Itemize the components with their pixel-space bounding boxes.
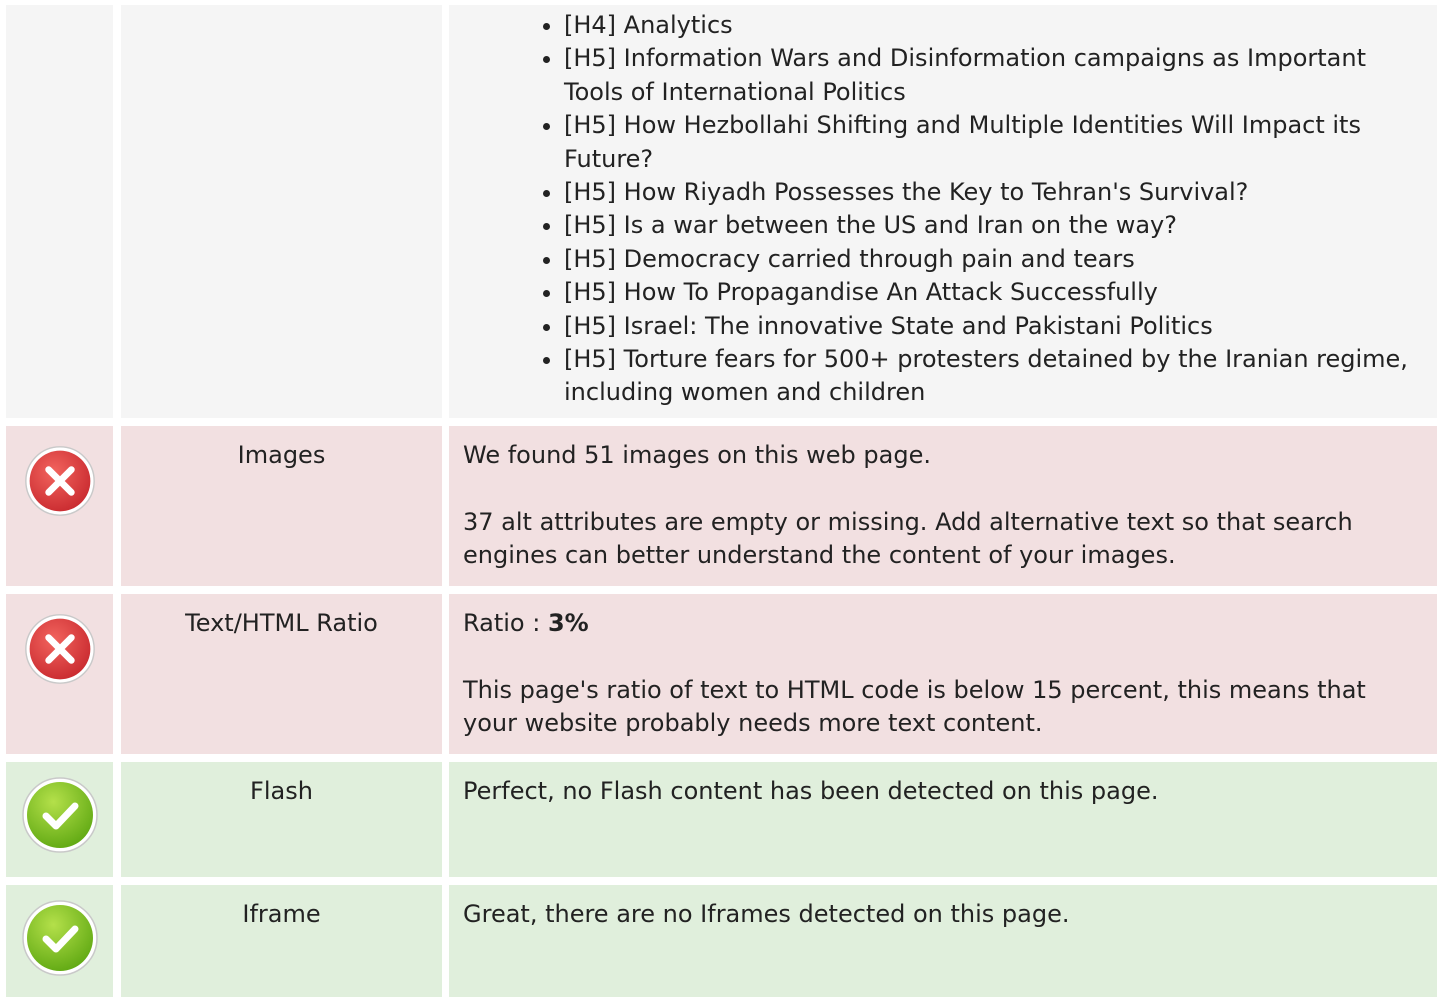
ratio-value-line: Ratio : 3% [463, 607, 1423, 640]
headings-row: [H4] Analytics [H5] Information Wars and… [0, 5, 1443, 418]
images-content-cell: We found 51 images on this web page. 37 … [449, 426, 1437, 586]
flash-result-text: Perfect, no Flash content has been detec… [463, 777, 1159, 805]
iframe-label: Iframe [242, 900, 321, 928]
headings-content-cell: [H4] Analytics [H5] Information Wars and… [449, 5, 1437, 418]
images-row: Images We found 51 images on this web pa… [0, 426, 1443, 586]
images-label-cell: Images [121, 426, 442, 586]
ratio-label: Text/HTML Ratio [185, 609, 378, 637]
ratio-label-cell: Text/HTML Ratio [121, 594, 442, 754]
headings-icon-cell [6, 5, 113, 418]
headings-label-cell [121, 5, 442, 418]
iframe-content-cell: Great, there are no Iframes detected on … [449, 885, 1437, 997]
ratio-value: 3% [547, 609, 589, 637]
heading-item: [H5] How Riyadh Possesses the Key to Teh… [564, 176, 1423, 209]
heading-item: [H5] Torture fears for 500+ protesters d… [564, 343, 1423, 410]
check-icon [21, 900, 98, 976]
error-x-icon [24, 446, 95, 516]
images-label: Images [237, 441, 326, 469]
ratio-content-cell: Ratio : 3% This page's ratio of text to … [449, 594, 1437, 754]
ratio-status-cell [6, 594, 113, 754]
iframe-result-text: Great, there are no Iframes detected on … [463, 900, 1070, 928]
heading-item: [H5] How To Propagandise An Attack Succe… [564, 276, 1423, 309]
iframe-label-cell: Iframe [121, 885, 442, 997]
ratio-prefix: Ratio : [463, 609, 548, 637]
error-x-icon [24, 614, 95, 684]
iframe-status-cell [6, 885, 113, 997]
ratio-description: Ratio : 3% This page's ratio of text to … [463, 607, 1423, 740]
text-html-ratio-row: Text/HTML Ratio Ratio : 3% This page's r… [0, 594, 1443, 754]
check-icon [21, 777, 98, 853]
flash-content-cell: Perfect, no Flash content has been detec… [449, 762, 1437, 877]
ratio-advice-text: This page's ratio of text to HTML code i… [463, 676, 1366, 737]
iframe-description: Great, there are no Iframes detected on … [463, 898, 1423, 931]
images-description: We found 51 images on this web page. 37 … [463, 439, 1423, 572]
heading-item: [H5] Is a war between the US and Iran on… [564, 209, 1423, 242]
headings-list: [H4] Analytics [H5] Information Wars and… [509, 9, 1423, 410]
images-alt-text: 37 alt attributes are empty or missing. … [463, 508, 1353, 569]
heading-item: [H4] Analytics [564, 9, 1423, 42]
images-status-cell [6, 426, 113, 586]
heading-item: [H5] Israel: The innovative State and Pa… [564, 310, 1423, 343]
flash-row: Flash Perfect, no Flash content has been… [0, 762, 1443, 877]
heading-item: [H5] Information Wars and Disinformation… [564, 42, 1423, 109]
flash-label: Flash [250, 777, 313, 805]
flash-label-cell: Flash [121, 762, 442, 877]
flash-description: Perfect, no Flash content has been detec… [463, 775, 1423, 808]
heading-item: [H5] Democracy carried through pain and … [564, 243, 1423, 276]
images-count-text: We found 51 images on this web page. [463, 441, 931, 469]
heading-item: [H5] How Hezbollahi Shifting and Multipl… [564, 109, 1423, 176]
iframe-row: Iframe Great, there are no Iframes detec… [0, 885, 1443, 997]
flash-status-cell [6, 762, 113, 877]
